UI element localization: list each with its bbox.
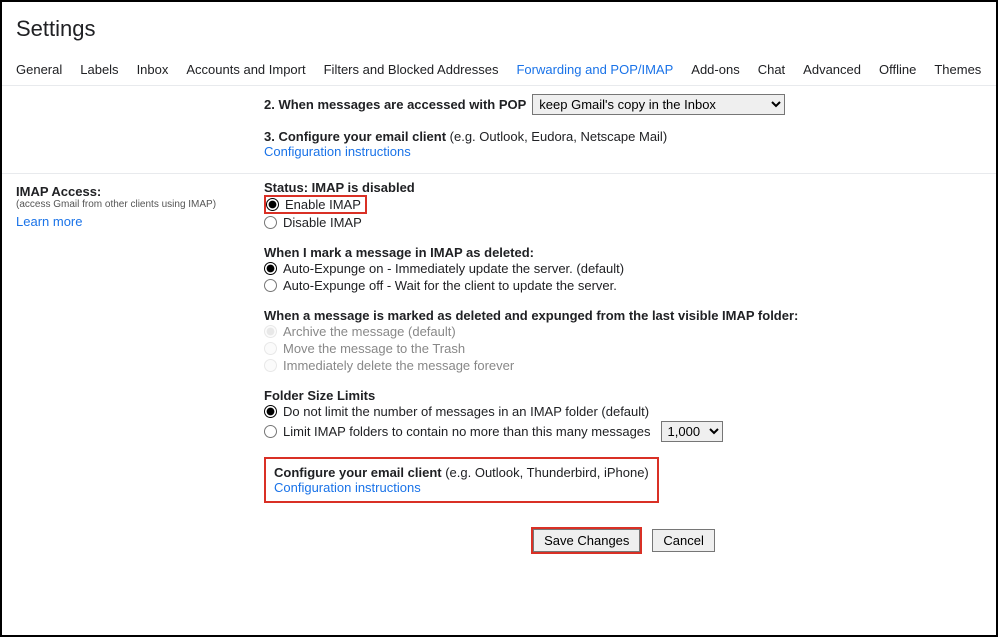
pop-config-link[interactable]: Configuration instructions: [264, 144, 982, 159]
tab-addons[interactable]: Add-ons: [691, 62, 739, 77]
imap-access-help: (access Gmail from other clients using I…: [16, 199, 264, 210]
move-trash-radio: [264, 342, 277, 355]
move-trash-label: Move the message to the Trash: [283, 341, 465, 356]
imap-learn-more-link[interactable]: Learn more: [16, 214, 264, 229]
imap-access-heading: IMAP Access:: [16, 184, 264, 199]
auto-expunge-off-label: Auto-Expunge off - Wait for the client t…: [283, 278, 617, 293]
limit-select[interactable]: 1,000: [661, 421, 723, 442]
pop-step3-label: 3. Configure your email client: [264, 129, 446, 144]
tab-advanced[interactable]: Advanced: [803, 62, 861, 77]
tab-forwarding-pop-imap[interactable]: Forwarding and POP/IMAP: [516, 62, 673, 77]
tab-general[interactable]: General: [16, 62, 62, 77]
pop-action-select[interactable]: keep Gmail's copy in the Inbox: [532, 94, 785, 115]
tab-filters-blocked[interactable]: Filters and Blocked Addresses: [324, 62, 499, 77]
imap-config-link[interactable]: Configuration instructions: [274, 480, 649, 495]
settings-tabs: General Labels Inbox Accounts and Import…: [2, 50, 996, 86]
save-highlight: Save Changes: [531, 527, 642, 554]
page-title: Settings: [16, 16, 982, 42]
imap-config-highlight: Configure your email client (e.g. Outloo…: [264, 457, 659, 503]
imap-delete-heading: When I mark a message in IMAP as deleted…: [264, 245, 982, 260]
folder-size-heading: Folder Size Limits: [264, 388, 982, 403]
disable-imap-radio[interactable]: [264, 216, 277, 229]
auto-expunge-off-radio[interactable]: [264, 279, 277, 292]
imap-expunged-heading: When a message is marked as deleted and …: [264, 308, 982, 323]
tab-accounts-import[interactable]: Accounts and Import: [186, 62, 305, 77]
footer-actions: Save Changes Cancel: [264, 517, 982, 554]
tab-chat[interactable]: Chat: [758, 62, 785, 77]
limit-label: Limit IMAP folders to contain no more th…: [283, 424, 651, 439]
enable-imap-radio[interactable]: [266, 198, 279, 211]
pop-step3-examples: (e.g. Outlook, Eudora, Netscape Mail): [446, 129, 667, 144]
enable-imap-highlight: Enable IMAP: [264, 195, 367, 214]
tab-labels[interactable]: Labels: [80, 62, 118, 77]
delete-forever-radio: [264, 359, 277, 372]
archive-label: Archive the message (default): [283, 324, 456, 339]
disable-imap-label: Disable IMAP: [283, 215, 362, 230]
imap-config-label: Configure your email client: [274, 465, 442, 480]
enable-imap-label: Enable IMAP: [285, 197, 361, 212]
pop-step2-label: 2. When messages are accessed with POP: [264, 97, 526, 112]
tab-themes[interactable]: Themes: [934, 62, 981, 77]
no-limit-radio[interactable]: [264, 405, 277, 418]
archive-radio: [264, 325, 277, 338]
auto-expunge-on-radio[interactable]: [264, 262, 277, 275]
imap-status: Status: IMAP is disabled: [264, 180, 982, 195]
cancel-button[interactable]: Cancel: [652, 529, 714, 552]
tab-inbox[interactable]: Inbox: [137, 62, 169, 77]
no-limit-label: Do not limit the number of messages in a…: [283, 404, 649, 419]
tab-offline[interactable]: Offline: [879, 62, 916, 77]
auto-expunge-on-label: Auto-Expunge on - Immediately update the…: [283, 261, 624, 276]
delete-forever-label: Immediately delete the message forever: [283, 358, 514, 373]
limit-radio[interactable]: [264, 425, 277, 438]
imap-config-examples: (e.g. Outlook, Thunderbird, iPhone): [442, 465, 649, 480]
save-changes-button[interactable]: Save Changes: [533, 529, 640, 552]
